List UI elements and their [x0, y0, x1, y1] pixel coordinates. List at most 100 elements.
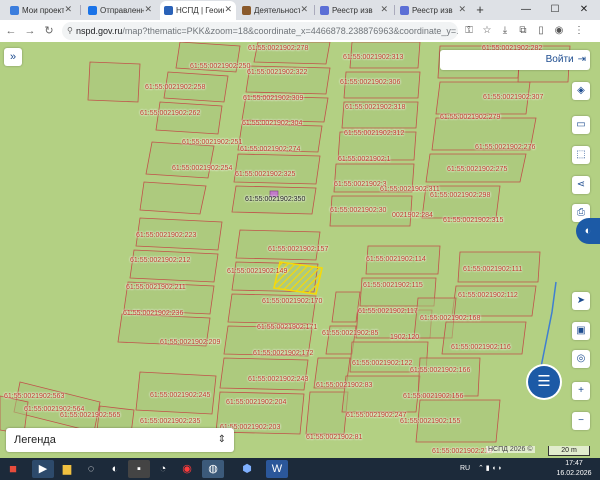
address-bar[interactable]: ⚲ nspd.gov.ru/map?thematic=PKK&zoom=18&c…: [62, 22, 458, 40]
new-tab-button[interactable]: +: [472, 2, 488, 18]
screen-icon[interactable]: ▣: [572, 322, 590, 340]
parcel-label: 61:55:0021902:219: [432, 448, 493, 455]
app-icon[interactable]: ◉: [176, 460, 198, 478]
clock-time: 17:47: [565, 460, 583, 467]
parcel-label: 61:55:0021902:117: [358, 308, 418, 315]
app-icon[interactable]: ◔: [152, 460, 174, 478]
parcel-label: 61:55:0021902:251: [182, 139, 243, 146]
parcel-label: 61:55:0021902:168: [420, 315, 481, 322]
legend-toggle-icon[interactable]: ⇕: [218, 428, 226, 452]
tab-close-icon[interactable]: ✕: [300, 4, 308, 15]
parcel-label: 61:55:0021902:116: [451, 344, 511, 351]
tab-close-icon[interactable]: ✕: [64, 4, 72, 15]
diamond-icon: [320, 6, 329, 15]
parcel: [145, 141, 215, 179]
zoom-out-icon[interactable]: −: [572, 412, 590, 430]
clock[interactable]: 17:47 16.02.2026: [552, 459, 596, 479]
tab-close-icon[interactable]: ✕: [458, 4, 466, 15]
key-icon[interactable]: ⚿: [462, 23, 476, 39]
site-info-icon[interactable]: ⚲: [67, 22, 73, 40]
legend-title: Легенда: [14, 434, 56, 446]
profile-icon[interactable]: ◉: [552, 23, 566, 39]
feedback-side-tab[interactable]: ◐: [576, 218, 600, 244]
parcel-label: 61:55:0021902:275: [447, 166, 508, 173]
menu-dots-icon[interactable]: ⋮: [572, 23, 586, 39]
parcel-label: 61:55:0021902:85: [322, 330, 379, 337]
geolocation-icon[interactable]: ◎: [572, 350, 590, 368]
layers-icon[interactable]: ◈: [572, 82, 590, 100]
parcel-label: 61:55:0021902:306: [340, 79, 401, 86]
file-explorer-icon[interactable]: ▆: [56, 460, 78, 478]
parcel-label: 61:55:0021902:149: [227, 268, 288, 275]
parcel: [87, 61, 141, 103]
bookmark-star-icon[interactable]: ☆: [480, 23, 494, 39]
back-icon[interactable]: ←: [3, 23, 19, 39]
maximize-button[interactable]: ☐: [541, 0, 569, 20]
parcel-label: 61:55:0021902:223: [136, 232, 197, 239]
parcel-label: 61:55:0021902:262: [140, 110, 201, 117]
minimize-button[interactable]: —: [512, 0, 540, 20]
parcel: [331, 291, 361, 323]
tab-close-icon[interactable]: ✕: [144, 4, 152, 15]
parcel-label: 61:55:0021902:1: [338, 156, 391, 163]
map-canvas[interactable]: 61:55:0021902:278 61:55:0021902:282 61:55:…: [0, 42, 600, 458]
parcel-label: 61:55:0021902:325: [235, 171, 296, 178]
expand-panel-button[interactable]: »: [4, 48, 22, 66]
app-icon[interactable]: ▪: [128, 460, 150, 478]
parcel-label: 61:55:0021902:212: [130, 257, 191, 264]
nspd-favicon: [164, 6, 173, 15]
browser-toolbar: ← → ↻ ⚲ nspd.gov.ru/map?thematic=PKK&zoo…: [0, 20, 600, 42]
tab-activity[interactable]: Деятельность ✕: [238, 1, 312, 20]
sidebar-icon[interactable]: ▯: [534, 23, 548, 39]
parcel-label: 61:55:0021902:276: [475, 144, 536, 151]
zoom-in-icon[interactable]: +: [572, 382, 590, 400]
tab-registry-1[interactable]: Реестр изв ✕: [316, 1, 392, 20]
parcel-label: 1902:120: [390, 334, 420, 341]
boundary-line: [539, 281, 557, 373]
tab-label: Реестр изв: [412, 6, 453, 15]
parcel-label: 61:55:0021902:315: [443, 217, 504, 224]
select-area-icon[interactable]: ⬚: [572, 146, 590, 164]
tab-nspd[interactable]: НСПД | Геоинформационная ✕: [160, 1, 236, 20]
parcel-label: 0021902:284: [392, 212, 433, 219]
login-icon: ⇥: [577, 54, 586, 65]
app-icon[interactable]: ◌: [80, 460, 102, 478]
login-label: Войти: [545, 54, 574, 65]
reload-icon[interactable]: ↻: [41, 23, 57, 39]
tray-icons[interactable]: ⌃ ▮ ◖ ◗: [478, 458, 502, 480]
tab-label: Реестр изв: [332, 6, 373, 15]
windows-start-icon[interactable]: ■: [2, 459, 24, 479]
language-indicator[interactable]: RU: [460, 458, 470, 480]
word-icon[interactable]: W: [266, 460, 288, 478]
emblem-icon: [242, 6, 251, 15]
parcel-label: 61:55:0021902:318: [345, 104, 406, 111]
tab-close-icon[interactable]: ✕: [224, 4, 232, 15]
parcel-label: 61:55:0021902:236: [123, 310, 184, 317]
download-icon[interactable]: ⤓: [498, 23, 512, 39]
legend-panel[interactable]: Легенда ⇕: [6, 428, 234, 452]
forward-icon[interactable]: →: [22, 23, 38, 39]
login-button[interactable]: Войти ⇥: [546, 50, 586, 70]
parcel-label: 61:55:0021902:312: [344, 130, 405, 137]
tab-my-projects[interactable]: Мои проекты ✕: [6, 1, 76, 20]
parcel-label: 61:55:0021902:166: [410, 367, 471, 374]
app-icon[interactable]: ⬢: [236, 460, 258, 478]
parcel-label: 61:55:0021902:563: [4, 393, 65, 400]
parcel-label: 61:55:0021902:250: [190, 63, 251, 70]
locate-icon[interactable]: ➤: [572, 292, 590, 310]
top-right-panel: Войти ⇥: [440, 50, 590, 70]
tab-sent[interactable]: Отправленные ✕: [84, 1, 156, 20]
share-icon[interactable]: ⋖: [572, 176, 590, 194]
ruler-icon[interactable]: ▭: [572, 116, 590, 134]
parcel-label: 61:55:0021902:313: [343, 54, 404, 61]
chat-button[interactable]: ☰: [528, 366, 560, 398]
media-player-icon[interactable]: ▶: [32, 460, 54, 478]
tab-close-icon[interactable]: ✕: [380, 4, 388, 15]
chrome-icon[interactable]: ◍: [202, 460, 224, 478]
close-window-button[interactable]: ✕: [570, 0, 598, 20]
parcel: [233, 153, 321, 185]
tab-registry-2[interactable]: Реестр изв ✕: [396, 1, 470, 20]
extensions-icon[interactable]: ⧉: [516, 23, 530, 39]
parcel-label: 61:55:0021902:30: [330, 207, 387, 214]
app-icon[interactable]: ◐: [104, 460, 126, 478]
